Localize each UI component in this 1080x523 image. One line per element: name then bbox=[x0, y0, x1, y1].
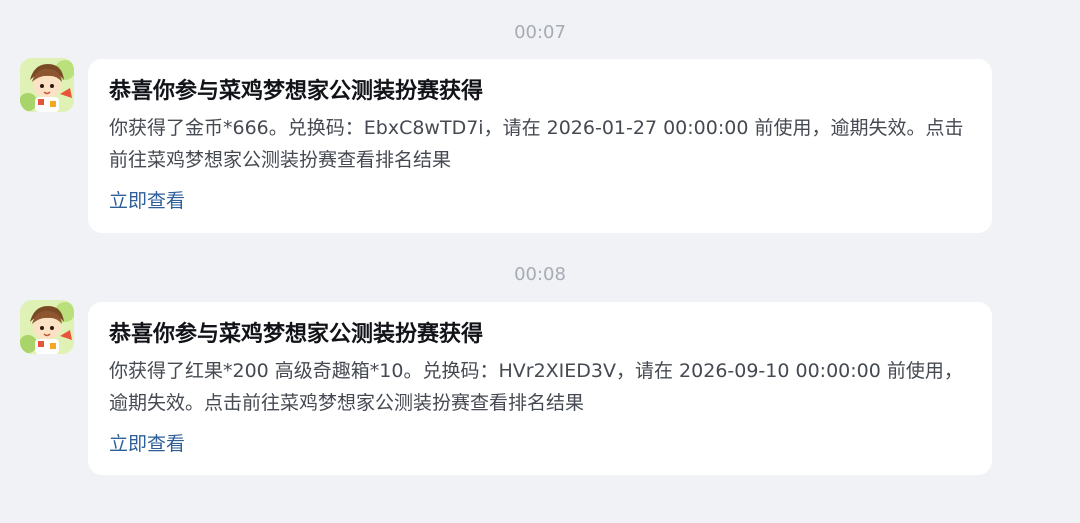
game-character-avatar-icon[interactable] bbox=[20, 58, 74, 112]
timestamp: 00:07 bbox=[514, 22, 566, 43]
card-title: 恭喜你参与菜鸡梦想家公测装扮赛获得 bbox=[109, 322, 484, 347]
card-title: 恭喜你参与菜鸡梦想家公测装扮赛获得 bbox=[109, 79, 484, 104]
view-now-link[interactable]: 立即查看 bbox=[109, 431, 185, 457]
notification-card[interactable]: 恭喜你参与菜鸡梦想家公测装扮赛获得 你获得了红果*200 高级奇趣箱*10。兑换… bbox=[88, 302, 992, 475]
timestamp: 00:08 bbox=[514, 264, 566, 285]
view-now-link[interactable]: 立即查看 bbox=[109, 188, 185, 214]
message-list: 00:07 恭喜你参与菜鸡梦想家公测装扮赛获得 你获得了金币*666。兑换码：E… bbox=[0, 0, 1080, 523]
card-body: 你获得了金币*666。兑换码：EbxC8wTD7i，请在 2026-01-27 … bbox=[109, 117, 964, 171]
notification-card[interactable]: 恭喜你参与菜鸡梦想家公测装扮赛获得 你获得了金币*666。兑换码：EbxC8wT… bbox=[88, 59, 992, 233]
game-character-avatar-icon[interactable] bbox=[20, 300, 74, 354]
card-body: 你获得了红果*200 高级奇趣箱*10。兑换码：HVr2XIED3V，请在 20… bbox=[109, 360, 963, 414]
